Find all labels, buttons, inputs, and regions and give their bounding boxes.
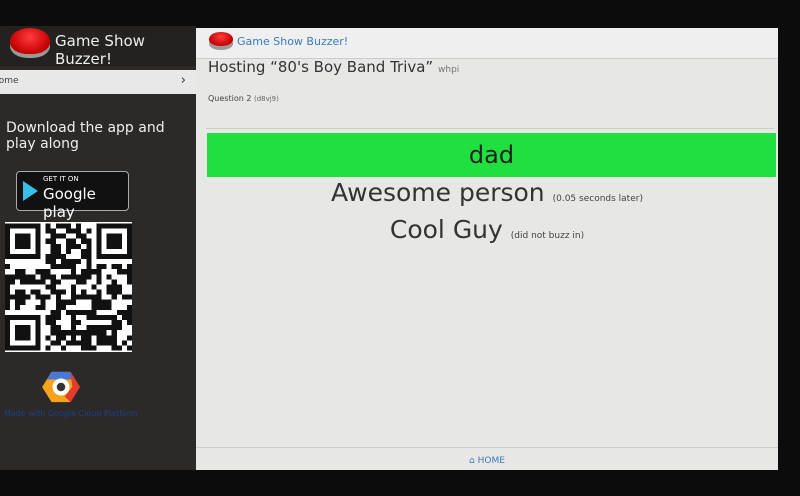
- download-text: Download the app and play along: [6, 120, 165, 152]
- gplay-small-label: GET IT ON: [43, 175, 79, 183]
- gplay-big-label: Google play: [43, 185, 96, 221]
- chevron-right-icon: ›: [180, 73, 186, 88]
- sidebar-header: Game Show Buzzer!: [0, 26, 196, 68]
- question-number: Question 2: [208, 94, 252, 103]
- qr-code: [5, 222, 132, 352]
- page-title: Hosting “80's Boy Band Triva” whpi: [208, 58, 459, 76]
- google-play-button[interactable]: GET IT ON Google play: [16, 171, 129, 221]
- player-note: (did not buzz in): [510, 231, 585, 241]
- footer-home-link[interactable]: ⌂ HOME: [196, 447, 778, 470]
- player-row: Cool Guy (did not buzz in): [196, 215, 778, 244]
- main-header: Game Show Buzzer!: [196, 28, 778, 59]
- hosting-title: Hosting “80's Boy Band Triva”: [208, 58, 434, 76]
- cloud-platform-link[interactable]: Made with Google Cloud Platform: [4, 409, 138, 418]
- winner-row: dad: [207, 133, 776, 177]
- sidebar-item-label: Home: [0, 76, 19, 86]
- home-icon: ⌂: [469, 456, 475, 466]
- divider: [206, 128, 774, 129]
- sidebar-item-home[interactable]: Home ›: [0, 70, 196, 94]
- play-store-icon: [23, 181, 38, 201]
- home-label: HOME: [477, 456, 505, 466]
- question-label: Question 2 (d8vj9): [208, 94, 279, 103]
- player-name: Cool Guy: [389, 215, 503, 244]
- buzzer-logo-icon: [209, 32, 233, 46]
- google-cloud-icon: [42, 371, 80, 403]
- player-note: (0.05 seconds later): [552, 194, 643, 204]
- header-app-title[interactable]: Game Show Buzzer!: [237, 35, 348, 48]
- buzzer-logo-icon: [10, 28, 50, 54]
- sidebar-app-title: Game Show Buzzer!: [55, 32, 145, 68]
- main-panel: Game Show Buzzer! Hosting “80's Boy Band…: [196, 28, 778, 470]
- sidebar: Game Show Buzzer! Home › Download the ap…: [0, 26, 196, 470]
- question-code: (d8vj9): [253, 95, 279, 103]
- player-name: Awesome person: [331, 178, 545, 207]
- player-row: Awesome person (0.05 seconds later): [196, 178, 778, 207]
- host-code: whpi: [438, 65, 460, 75]
